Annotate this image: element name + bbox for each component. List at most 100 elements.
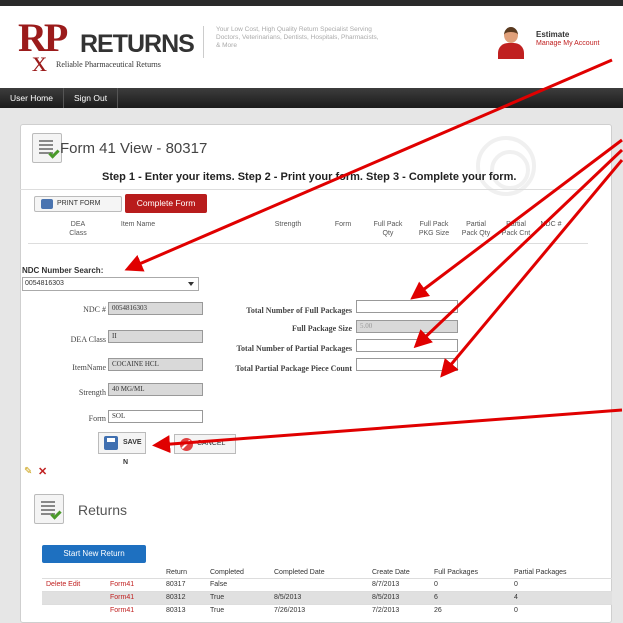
rp-returns-logo[interactable]: RP x RETURNS Reliable Pharmaceutical Ret… xyxy=(18,18,208,78)
form-document-icon xyxy=(32,133,62,163)
full-packages-cell: 26 xyxy=(434,607,442,615)
total-partial-packages-field[interactable] xyxy=(356,339,458,352)
manage-account-link[interactable]: Manage My Account xyxy=(536,40,599,47)
col-strength[interactable]: Strength xyxy=(263,220,313,229)
form-title: Form 41 View - 80317 xyxy=(60,140,208,157)
dea-class-field[interactable]: II xyxy=(108,330,203,343)
table-row: Form41 80313 True 7/26/2013 7/2/2013 26 … xyxy=(42,604,612,617)
returns-table: Return Completed Completed Date Create D… xyxy=(42,567,612,617)
print-form-label: PRINT FORM xyxy=(57,200,101,207)
col-partial-pack-qty[interactable]: Partial Pack Qty xyxy=(459,220,493,238)
return-cell: 80312 xyxy=(166,594,186,601)
avatar xyxy=(496,27,526,59)
page: RP x RETURNS Reliable Pharmaceutical Ret… xyxy=(0,0,623,623)
total-partial-piece-count-label: Total Partial Package Piece Count xyxy=(235,364,352,373)
nav-user-home[interactable]: User Home xyxy=(0,88,64,108)
returns-document-icon xyxy=(34,494,64,524)
completed-date-cell: 8/5/2013 xyxy=(274,594,302,601)
form-field[interactable]: SOL xyxy=(108,410,203,423)
create-date-cell: 8/7/2013 xyxy=(372,581,400,588)
printer-icon xyxy=(41,199,53,209)
completed-date-cell: 7/26/2013 xyxy=(274,607,306,615)
form41-link[interactable]: Form41 xyxy=(106,604,162,617)
col-full-pack-pkg-size[interactable]: Full Pack PKG Size xyxy=(415,220,453,238)
dea-class-label: DEA Class xyxy=(70,335,106,344)
create-date-cell: 7/2/2013 xyxy=(372,607,400,615)
delete-edit-links[interactable] xyxy=(42,591,106,604)
user-name: Estimate xyxy=(536,30,570,39)
col-create-date[interactable]: Create Date xyxy=(368,567,430,578)
items-grid-header: DEA Class Item Name Strength Form Full P… xyxy=(28,216,588,244)
full-package-size-field[interactable]: 5.00 xyxy=(356,320,458,333)
ndc-field[interactable]: 0054816303 xyxy=(108,302,203,315)
item-name-label: ItemName xyxy=(72,363,106,372)
returns-title: Returns xyxy=(78,502,128,518)
logo-returns: RETURNS xyxy=(80,30,195,58)
full-package-size-label: Full Package Size xyxy=(292,324,352,333)
table-row: Delete Edit Form41 80317 False 8/7/2013 … xyxy=(42,578,612,591)
total-full-packages-field[interactable] xyxy=(356,300,458,313)
table-row: Form41 80312 True 8/5/2013 8/5/2013 6 4 xyxy=(42,591,612,604)
divider xyxy=(20,189,590,190)
col-item-name[interactable]: Item Name xyxy=(108,220,168,229)
save-icon xyxy=(104,436,118,450)
site-header: RP x RETURNS Reliable Pharmaceutical Ret… xyxy=(0,0,623,85)
delete-edit-links[interactable] xyxy=(42,604,106,617)
total-partial-piece-count-field[interactable] xyxy=(356,358,458,371)
form-label: Form xyxy=(88,414,106,423)
logo-subtitle: Reliable Pharmaceutical Returns xyxy=(56,60,161,69)
ndc-search-value: 0054816303 xyxy=(25,280,64,287)
full-packages-cell: 6 xyxy=(434,594,438,601)
col-completed[interactable]: Completed xyxy=(206,567,270,578)
col-actions xyxy=(42,567,106,578)
full-packages-cell: 0 xyxy=(434,581,438,588)
print-form-button[interactable]: PRINT FORM xyxy=(34,196,122,212)
completed-cell: False xyxy=(210,581,228,588)
cancel-button[interactable]: CANCEL xyxy=(174,434,236,454)
cancel-icon xyxy=(180,438,193,451)
completed-date-cell xyxy=(270,578,368,591)
create-date-cell: 8/5/2013 xyxy=(372,594,400,601)
ndc-search-label: NDC Number Search: xyxy=(22,266,104,275)
col-completed-date[interactable]: Completed Date xyxy=(270,567,368,578)
nav-bar: User Home Sign Out xyxy=(0,88,623,108)
item-name-field[interactable]: COCAINE HCL xyxy=(108,358,203,371)
cancel-label: CANCEL xyxy=(197,440,226,447)
col-partial-packages[interactable]: Partial Packages xyxy=(510,567,612,578)
ndc-search-select[interactable]: 0054816303 xyxy=(22,277,199,291)
start-new-return-button[interactable]: Start New Return xyxy=(42,545,146,563)
col-partial-pack-cnt[interactable]: Partial Pack Cnt xyxy=(498,220,534,238)
tagline: Your Low Cost, High Quality Return Speci… xyxy=(203,26,383,58)
col-dea-class[interactable]: DEA Class xyxy=(64,220,92,238)
col-full-pack-qty[interactable]: Full Pack Qty xyxy=(371,220,405,238)
form41-link[interactable]: Form41 xyxy=(106,578,162,591)
delete-edit-links[interactable]: Delete Edit xyxy=(42,578,106,591)
col-form[interactable]: Form xyxy=(328,220,358,229)
delete-x-icon[interactable]: ✕ xyxy=(38,465,47,478)
col-form-link xyxy=(106,567,162,578)
completed-cell: True xyxy=(210,607,225,615)
strength-label: Strength xyxy=(78,388,106,397)
partial-packages-cell: 0 xyxy=(514,607,518,615)
returns-table-header: Return Completed Completed Date Create D… xyxy=(42,567,612,578)
strength-field[interactable]: 40 MG/ML xyxy=(108,383,203,396)
return-cell: 80313 xyxy=(166,607,186,615)
complete-form-button[interactable]: Complete Form xyxy=(125,194,207,213)
total-full-packages-label: Total Number of Full Packages xyxy=(246,306,352,315)
form41-link[interactable]: Form41 xyxy=(106,591,162,604)
ndc-label: NDC # xyxy=(83,305,106,314)
save-button[interactable]: SAVE N xyxy=(98,432,146,466)
nav-sign-out[interactable]: Sign Out xyxy=(64,88,119,108)
decorative-rings xyxy=(476,136,536,196)
edit-pencil-icon[interactable]: ✎ xyxy=(24,466,32,477)
logo-x: x xyxy=(32,45,47,78)
col-ndc[interactable]: NDC # xyxy=(536,220,566,229)
partial-packages-cell: 4 xyxy=(514,594,518,601)
steps-instructions: Step 1 - Enter your items. Step 2 - Prin… xyxy=(102,171,517,183)
completed-cell: True xyxy=(210,594,225,601)
col-return[interactable]: Return xyxy=(162,567,206,578)
partial-packages-cell: 0 xyxy=(514,581,518,588)
col-full-packages[interactable]: Full Packages xyxy=(430,567,510,578)
return-cell: 80317 xyxy=(166,581,186,588)
chevron-down-icon xyxy=(188,282,194,286)
